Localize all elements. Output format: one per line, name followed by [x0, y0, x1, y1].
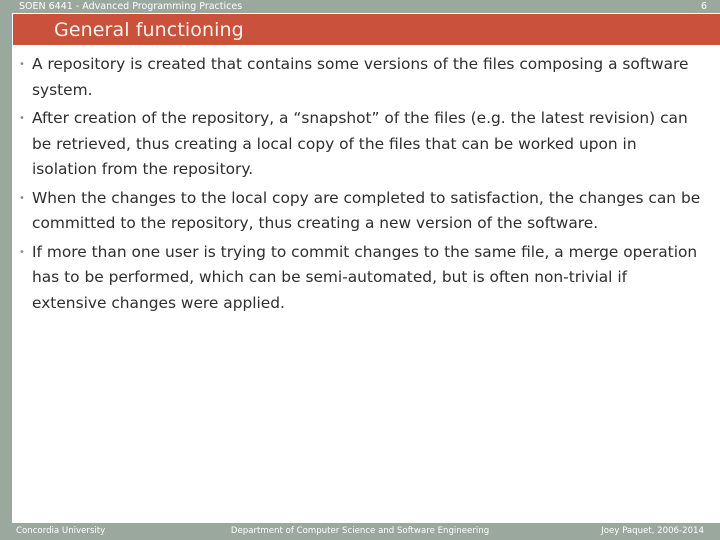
- bullet-text: After creation of the repository, a “sna…: [32, 109, 688, 178]
- slide-page-number: 6: [700, 1, 707, 12]
- slide-body: • A repository is created that contains …: [14, 52, 706, 512]
- bullet-item: • A repository is created that contains …: [14, 52, 706, 103]
- slide-title: General functioning: [54, 19, 244, 41]
- bullet-dot-icon: •: [19, 59, 25, 70]
- bullet-text: When the changes to the local copy are c…: [32, 188, 701, 233]
- presentation-slide: SOEN 6441 - Advanced Programming Practic…: [0, 0, 720, 540]
- bullet-dot-icon: •: [19, 246, 25, 258]
- bullet-item: • If more than one user is trying to com…: [14, 240, 706, 317]
- bullet-item: • After creation of the repository, a “s…: [14, 106, 706, 183]
- course-title: SOEN 6441 - Advanced Programming Practic…: [19, 1, 243, 12]
- bullet-item: • When the changes to the local copy are…: [14, 186, 706, 237]
- left-accent-strip: [0, 13, 12, 540]
- bullet-text: If more than one user is trying to commi…: [32, 242, 698, 312]
- footer-author-copyright: Joey Paquet, 2006-2014: [601, 526, 704, 536]
- bullet-dot-icon: •: [19, 113, 25, 124]
- bullet-dot-icon: •: [19, 192, 25, 204]
- bullet-text: A repository is created that contains so…: [32, 55, 689, 99]
